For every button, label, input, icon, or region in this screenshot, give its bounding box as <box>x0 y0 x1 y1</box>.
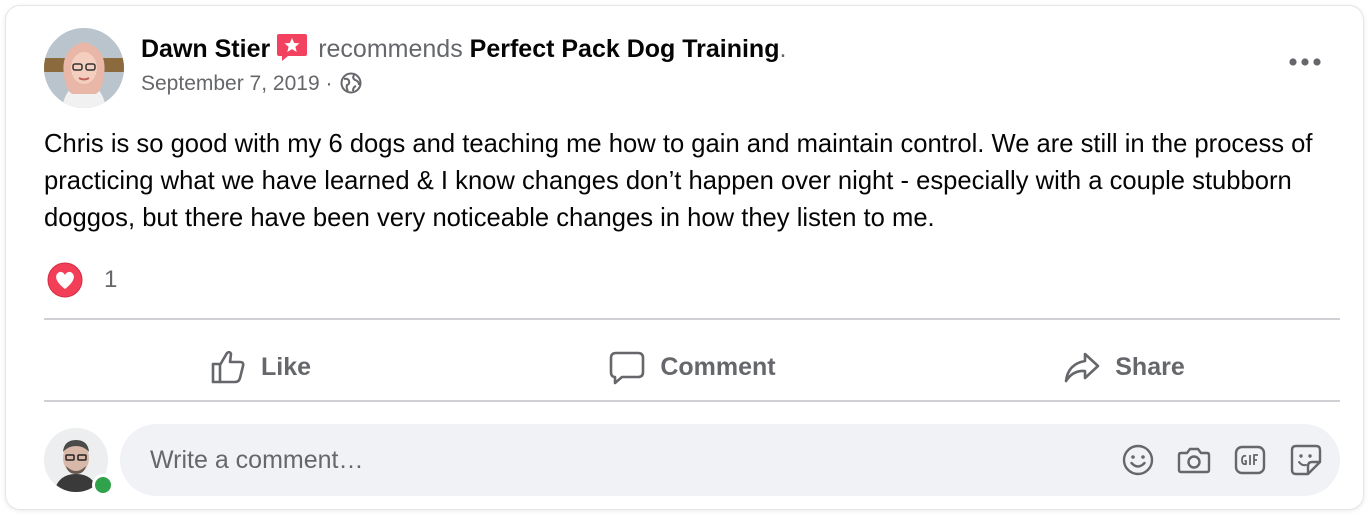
author-name[interactable]: Dawn Stier <box>141 35 270 63</box>
online-status-indicator <box>92 474 114 496</box>
like-button[interactable]: Like <box>44 328 476 406</box>
reactions-summary[interactable]: 1 <box>46 260 117 300</box>
author-avatar[interactable] <box>44 28 124 108</box>
share-arrow-icon <box>1064 352 1100 383</box>
title-period: . <box>779 35 787 63</box>
post-text: Chris is so good with my 6 dogs and teac… <box>44 130 1313 232</box>
page-name-link[interactable]: Perfect Pack Dog Training <box>470 35 780 63</box>
comment-label: Comment <box>660 352 776 381</box>
divider-top <box>44 318 1340 320</box>
comment-placeholder: Write a comment… <box>150 446 364 474</box>
post-card: Dawn Stier recommends Perfect Pack Dog Tr… <box>6 6 1363 509</box>
divider-bottom <box>44 400 1340 402</box>
share-label: Share <box>1115 352 1185 381</box>
love-reaction-icon <box>46 261 84 299</box>
more-dots-icon <box>1289 58 1321 66</box>
comment-input[interactable]: Write a comment… <box>120 424 1340 496</box>
recommends-text: recommends <box>318 35 463 63</box>
recommend-star-icon <box>276 32 308 62</box>
globe-icon[interactable] <box>340 72 362 94</box>
reaction-count[interactable]: 1 <box>104 266 117 294</box>
thumbs-up-icon <box>211 350 245 384</box>
post-meta: September 7, 2019 · <box>141 70 362 98</box>
like-label: Like <box>260 352 312 381</box>
emoji-icon[interactable] <box>1120 442 1156 478</box>
meta-separator: · <box>325 72 333 95</box>
camera-icon[interactable] <box>1176 442 1212 478</box>
more-options-button[interactable] <box>1285 50 1325 74</box>
comment-button[interactable]: Comment <box>476 328 908 406</box>
comment-bubble-icon <box>610 351 645 385</box>
comment-tools <box>1120 442 1324 478</box>
post-header: Dawn Stier recommends Perfect Pack Dog Tr… <box>141 32 786 66</box>
post-date[interactable]: September 7, 2019 <box>141 72 320 95</box>
share-button[interactable]: Share <box>908 328 1340 406</box>
sticker-icon[interactable] <box>1288 442 1324 478</box>
gif-icon[interactable] <box>1232 442 1268 478</box>
comment-composer: Write a comment… <box>44 424 1344 496</box>
post-actions: Like Comment Share <box>44 328 1340 406</box>
